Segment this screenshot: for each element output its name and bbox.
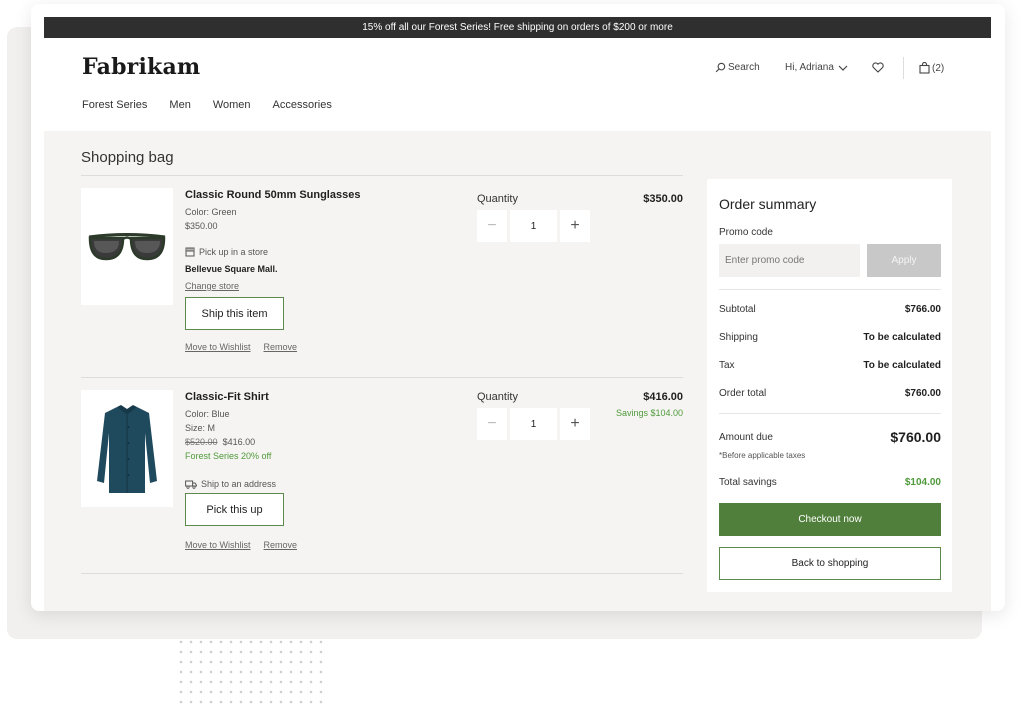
truck-icon xyxy=(185,480,197,489)
cart-item: Classic-Fit Shirt Color: Blue Size: M $5… xyxy=(81,390,683,575)
back-to-shopping-button[interactable]: Back to shopping xyxy=(719,547,941,580)
order-total-row: Order total $760.00 xyxy=(719,388,941,399)
shipping-row: Shipping To be calculated xyxy=(719,332,941,343)
chevron-down-icon xyxy=(838,65,848,71)
shirt-image xyxy=(97,404,157,493)
main-content: Shopping bag Classic Round 50mm Sunglass… xyxy=(44,131,991,611)
move-to-wishlist-link[interactable]: Move to Wishlist xyxy=(185,340,251,354)
increase-quantity-button[interactable]: + xyxy=(560,210,590,242)
item-name[interactable]: Classic Round 50mm Sunglasses xyxy=(185,188,360,202)
search-label: Search xyxy=(728,62,760,73)
header-divider xyxy=(903,57,904,79)
browser-window: 15% off all our Forest Series! Free ship… xyxy=(31,4,1005,611)
tax-value: To be calculated xyxy=(863,360,941,371)
item-total: $350.00 xyxy=(643,193,683,205)
decorative-dot-grid xyxy=(176,637,326,705)
subtotal-row: Subtotal $766.00 xyxy=(719,304,941,315)
bag-button[interactable]: (2) xyxy=(919,62,944,74)
amount-due-value: $760.00 xyxy=(890,429,941,445)
amount-due-label: Amount due xyxy=(719,431,773,443)
quantity-stepper: − 1 + xyxy=(477,210,590,242)
quantity-label: Quantity xyxy=(477,193,518,205)
total-savings-label: Total savings xyxy=(719,477,777,488)
ship-this-item-button[interactable]: Ship this item xyxy=(185,297,284,330)
promo-banner: 15% off all our Forest Series! Free ship… xyxy=(44,17,991,38)
heart-icon xyxy=(872,62,884,73)
total-savings-row: Total savings $104.00 xyxy=(719,477,941,488)
cart-item: Classic Round 50mm Sunglasses Color: Gre… xyxy=(81,188,683,373)
store-icon xyxy=(185,247,195,257)
amount-due-row: Amount due $760.00 xyxy=(719,429,941,445)
bag-count: (2) xyxy=(932,62,945,74)
pick-this-up-button[interactable]: Pick this up xyxy=(185,493,284,526)
subtotal-value: $766.00 xyxy=(904,304,941,315)
search-link[interactable]: Search xyxy=(715,62,760,73)
item-size: Size: M xyxy=(185,423,216,433)
account-label: Hi, Adriana xyxy=(785,62,834,73)
divider xyxy=(719,289,941,290)
account-menu[interactable]: Hi, Adriana xyxy=(785,62,848,73)
fulfillment-method: Ship to an address xyxy=(185,477,297,491)
search-icon xyxy=(715,62,726,73)
checkout-button[interactable]: Checkout now xyxy=(719,503,941,536)
quantity-label: Quantity xyxy=(477,391,518,403)
tax-row: Tax To be calculated xyxy=(719,360,941,371)
fulfillment-label: Pick up in a store xyxy=(199,247,269,257)
divider xyxy=(81,175,683,176)
tax-label: Tax xyxy=(719,360,735,371)
quantity-value[interactable]: 1 xyxy=(510,408,557,440)
move-to-wishlist-link[interactable]: Move to Wishlist xyxy=(185,538,251,552)
order-total-value: $760.00 xyxy=(904,388,941,399)
main-nav: Forest Series Men Women Accessories xyxy=(82,99,332,111)
shopping-bag-icon xyxy=(919,62,930,74)
fulfillment-method: Pick up in a store xyxy=(185,245,360,259)
discount-label: Forest Series 20% off xyxy=(185,451,272,461)
product-image[interactable] xyxy=(81,390,173,507)
divider xyxy=(719,413,941,414)
apply-promo-button[interactable]: Apply xyxy=(867,244,941,277)
nav-item-women[interactable]: Women xyxy=(213,99,251,111)
quantity-stepper: − 1 + xyxy=(477,408,590,440)
fulfillment-label: Ship to an address xyxy=(201,479,277,489)
remove-link[interactable]: Remove xyxy=(264,538,298,552)
item-details: Classic Round 50mm Sunglasses Color: Gre… xyxy=(185,188,361,354)
order-summary-title: Order summary xyxy=(719,196,817,212)
page-title: Shopping bag xyxy=(81,149,174,166)
total-savings-value: $104.00 xyxy=(904,477,941,488)
promo-code-label: Promo code xyxy=(719,227,773,238)
wishlist-button[interactable] xyxy=(872,62,884,73)
decrease-quantity-button[interactable]: − xyxy=(477,210,507,242)
tax-note: *Before applicable taxes xyxy=(719,451,806,460)
product-image[interactable] xyxy=(81,188,173,305)
order-summary-panel: Order summary Promo code Apply Subtotal … xyxy=(707,179,952,592)
item-color: Color: Green xyxy=(185,207,237,217)
nav-item-accessories[interactable]: Accessories xyxy=(273,99,332,111)
original-price: $520.00 xyxy=(185,437,218,447)
item-color: Color: Blue xyxy=(185,409,230,419)
sale-price: $416.00 xyxy=(222,437,256,447)
nav-item-men[interactable]: Men xyxy=(169,99,190,111)
subtotal-label: Subtotal xyxy=(719,304,756,315)
item-savings: Savings $104.00 xyxy=(615,408,683,418)
shipping-label: Shipping xyxy=(719,332,758,343)
divider xyxy=(81,377,683,378)
quantity-value[interactable]: 1 xyxy=(510,210,557,242)
brand-logo[interactable]: Fabrikam xyxy=(82,54,200,80)
promo-code-input[interactable] xyxy=(719,244,860,277)
remove-link[interactable]: Remove xyxy=(264,340,298,354)
increase-quantity-button[interactable]: + xyxy=(560,408,590,440)
change-store-link[interactable]: Change store xyxy=(185,281,239,291)
item-name[interactable]: Classic-Fit Shirt xyxy=(185,390,297,404)
order-total-label: Order total xyxy=(719,388,767,399)
item-unit-price: $350.00 xyxy=(185,221,218,231)
nav-item-forest-series[interactable]: Forest Series xyxy=(82,99,147,111)
item-total: $416.00 xyxy=(643,391,683,403)
shipping-value: To be calculated xyxy=(863,332,941,343)
divider xyxy=(81,573,683,574)
sunglasses-image xyxy=(88,232,166,260)
item-details: Classic-Fit Shirt Color: Blue Size: M $5… xyxy=(185,390,297,552)
decrease-quantity-button[interactable]: − xyxy=(477,408,507,440)
store-name: Bellevue Square Mall xyxy=(185,264,276,274)
